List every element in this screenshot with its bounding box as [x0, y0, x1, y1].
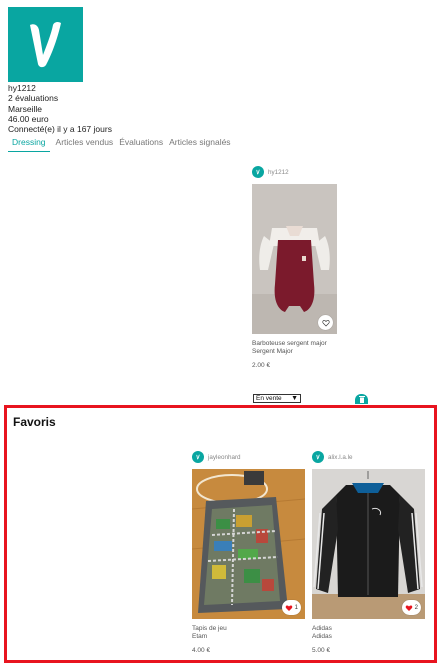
trash-icon — [358, 396, 365, 403]
item-brand: Sergent Major — [252, 348, 293, 355]
like-count: 1 — [294, 604, 298, 611]
profile-city: Marseille — [8, 103, 43, 114]
favorite-button[interactable]: 1 — [281, 600, 301, 615]
favori-card-2[interactable]: alix.l.a.le 2 Adidas Adidas 5.00 € — [312, 450, 427, 654]
tab-articles-signales[interactable]: Articles signalés — [169, 136, 230, 152]
favorite-button[interactable] — [318, 315, 333, 330]
favoris-title: Favoris — [13, 415, 56, 429]
item-title: Barboteuse sergent major — [252, 340, 327, 347]
favorite-button[interactable]: 2 — [401, 600, 421, 615]
card-seller[interactable]: alix.l.a.le — [312, 450, 427, 464]
item-title: Adidas — [312, 625, 332, 632]
v-logo-icon — [30, 21, 61, 68]
item-brand: Adidas — [312, 633, 332, 640]
romper-image — [252, 184, 337, 334]
app-logo[interactable] — [8, 7, 83, 82]
dressing-item-card[interactable]: hy1212 Barboteuse sergent major Sergent … — [252, 165, 367, 369]
heart-outline-icon — [321, 319, 330, 326]
jacket-image — [312, 469, 425, 619]
item-photo[interactable]: 1 — [192, 469, 305, 619]
item-photo[interactable]: 2 — [312, 469, 425, 619]
status-select-value: En vente — [256, 395, 282, 402]
item-photo[interactable] — [252, 184, 337, 334]
chevron-down-icon: ▼ — [291, 395, 298, 402]
item-price: 4.00 € — [192, 647, 211, 654]
heart-filled-icon — [405, 604, 412, 611]
seller-name: hy1212 — [268, 168, 289, 176]
profile-balance: 46.00 euro — [8, 113, 49, 124]
tab-dressing[interactable]: Dressing — [8, 136, 50, 152]
favoris-section: Favoris jayleonhard 1 Tapis de jeu Etam … — [4, 405, 437, 663]
profile-last-seen: Connecté(e) il y a 167 jours — [8, 124, 112, 135]
profile-tabs: Dressing Articles vendus Évaluations Art… — [8, 136, 237, 152]
seller-avatar-icon — [252, 166, 264, 178]
item-brand: Etam — [192, 633, 208, 640]
tab-evaluations[interactable]: Évaluations — [119, 136, 163, 152]
profile-ratings: 2 évaluations — [8, 93, 59, 104]
heart-filled-icon — [285, 604, 292, 611]
seller-avatar-icon — [192, 451, 204, 463]
seller-name: alix.l.a.le — [328, 453, 353, 461]
card-seller[interactable]: jayleonhard — [192, 450, 307, 464]
item-title: Tapis de jeu — [192, 625, 227, 632]
tab-articles-vendus[interactable]: Articles vendus — [56, 136, 114, 152]
seller-avatar-icon — [312, 451, 324, 463]
profile-username: hy1212 — [8, 83, 36, 93]
status-select[interactable]: En vente ▼ — [253, 394, 301, 403]
item-price: 2.00 € — [252, 362, 271, 369]
delete-button[interactable] — [355, 394, 368, 404]
play-mat-image — [192, 469, 305, 619]
card-seller[interactable]: hy1212 — [252, 165, 367, 179]
profile-info: hy1212 2 évaluations Marseille 46.00 eur… — [8, 83, 112, 134]
like-count: 2 — [414, 604, 418, 611]
item-price: 5.00 € — [312, 647, 331, 654]
favori-card-1[interactable]: jayleonhard 1 Tapis de jeu Etam 4.00 € — [192, 450, 307, 654]
seller-name: jayleonhard — [208, 453, 241, 461]
